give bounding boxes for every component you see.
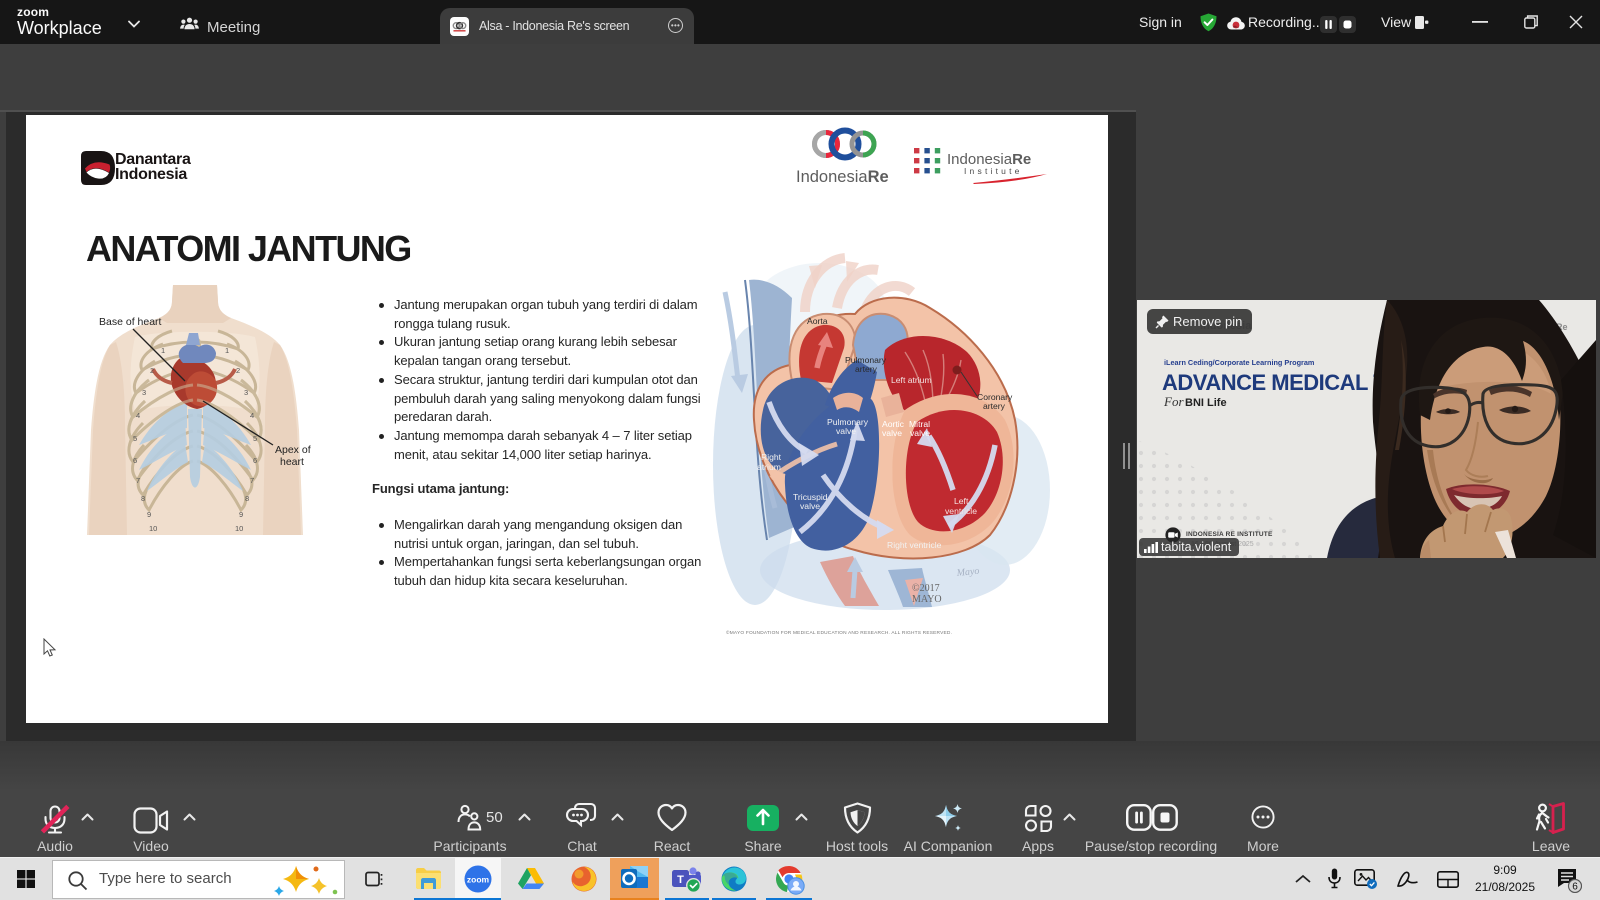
svg-text:9: 9 — [147, 510, 151, 519]
svg-text:6: 6 — [253, 456, 257, 465]
svg-text:valve: valve — [836, 426, 856, 436]
svg-text:7: 7 — [250, 476, 254, 485]
svg-text:valve: valve — [910, 428, 930, 438]
svg-text:8: 8 — [245, 494, 249, 503]
svg-text:8: 8 — [141, 494, 145, 503]
svg-text:Left atrium: Left atrium — [891, 375, 932, 385]
svg-text:9: 9 — [239, 510, 243, 519]
svg-text:4: 4 — [250, 411, 254, 420]
svg-text:7: 7 — [136, 476, 140, 485]
svg-text:4: 4 — [136, 411, 140, 420]
svg-text:3: 3 — [142, 388, 146, 397]
svg-text:heart: heart — [280, 456, 304, 468]
svg-text:Left: Left — [954, 496, 969, 506]
svg-text:valve: valve — [800, 501, 820, 511]
svg-text:6: 6 — [133, 456, 137, 465]
svg-text:5: 5 — [133, 434, 137, 443]
svg-text:1: 1 — [225, 346, 229, 355]
svg-text:1: 1 — [161, 346, 165, 355]
svg-text:ventricle: ventricle — [945, 506, 977, 516]
svg-text:zoom: zoom — [467, 875, 490, 885]
svg-text:10: 10 — [235, 524, 243, 533]
svg-text:2: 2 — [236, 366, 240, 375]
svg-text:Right ventricle: Right ventricle — [887, 540, 942, 550]
svg-text:2: 2 — [150, 366, 154, 375]
svg-text:6: 6 — [1572, 882, 1578, 893]
svg-text:Apex of: Apex of — [275, 444, 311, 456]
svg-text:10: 10 — [149, 524, 157, 533]
svg-text:T: T — [677, 874, 684, 886]
svg-text:Base of heart: Base of heart — [99, 316, 162, 328]
svg-text:artery: artery — [855, 364, 878, 374]
svg-text:Aorta: Aorta — [807, 316, 828, 326]
svg-text:valve: valve — [882, 428, 902, 438]
svg-text:artery: artery — [983, 401, 1006, 411]
svg-text:3: 3 — [244, 388, 248, 397]
